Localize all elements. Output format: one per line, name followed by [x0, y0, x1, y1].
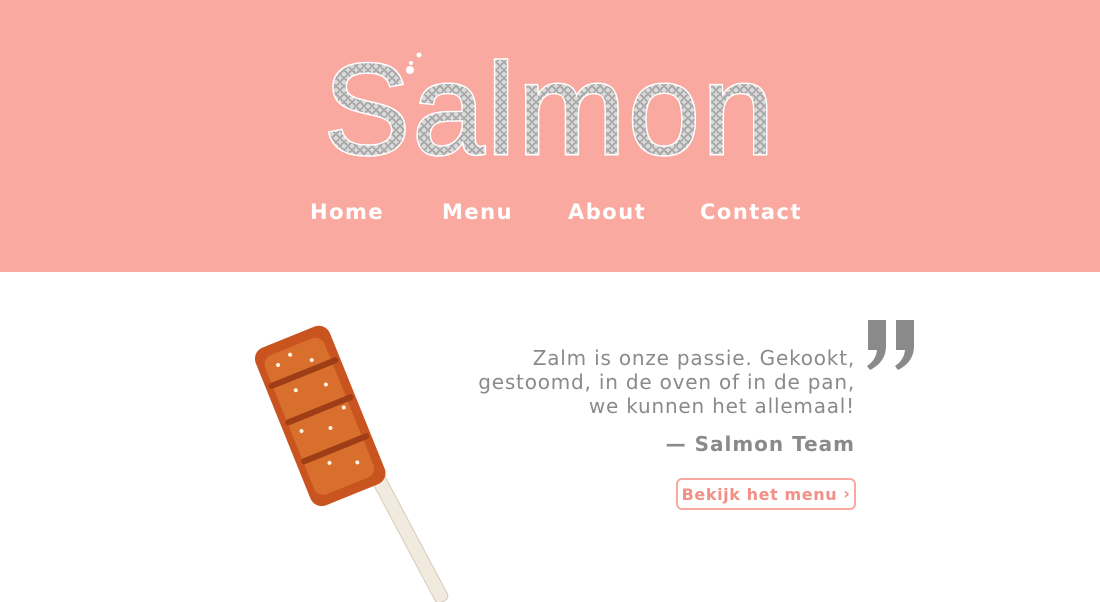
nav-item-menu[interactable]: Menu	[442, 200, 513, 224]
quote-line: Zalm is onze passie. Gekookt,	[532, 346, 855, 370]
bubble-icon	[416, 52, 422, 58]
hero-section: Zalm is onze passie. Gekookt, gestoomd, …	[0, 272, 1100, 602]
salmon-skewer-image	[254, 325, 449, 602]
view-menu-label: Bekijk het menu	[681, 484, 838, 504]
nav-item-contact[interactable]: Contact	[700, 200, 802, 224]
quote-line: we kunnen het allemaal!	[588, 394, 855, 418]
logo-wordmark: Salmon	[322, 35, 777, 184]
quote-line: gestoomd, in de oven of in de pan,	[478, 370, 855, 394]
logo-text: Salmon	[324, 36, 777, 170]
view-menu-button[interactable]: Bekijk het menu ›	[676, 478, 856, 510]
main-nav: Home Menu About Contact	[0, 200, 1100, 240]
chevron-right-icon: ›	[843, 484, 851, 503]
closing-quote-icon	[867, 320, 914, 370]
quote-author: — Salmon Team	[665, 432, 855, 456]
nav-item-about[interactable]: About	[568, 200, 646, 224]
hero-quote: Zalm is onze passie. Gekookt, gestoomd, …	[435, 346, 855, 418]
site-header: Salmon Home Menu About Contact	[0, 0, 1100, 272]
bubble-icon	[409, 61, 413, 65]
bubble-icon	[406, 66, 414, 74]
nav-item-home[interactable]: Home	[310, 200, 384, 224]
logo[interactable]: Salmon	[300, 30, 800, 184]
